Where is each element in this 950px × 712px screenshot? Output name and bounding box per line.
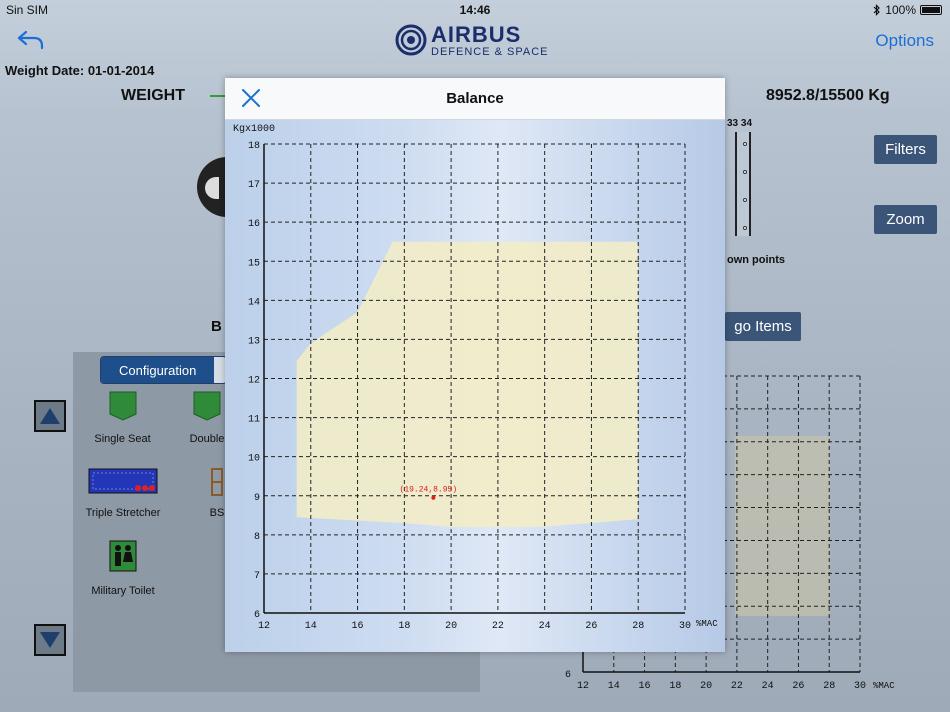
seat-strip: 33 34 xyxy=(727,118,755,240)
balance-modal: Balance Kgx1000 %MAC 12 14 16 18 20 22 24 26 28 3… xyxy=(225,78,725,652)
bg-x-tick-label: 16 xyxy=(639,681,651,692)
y-tick-label: 8 xyxy=(254,532,260,543)
aircraft-nose xyxy=(197,157,227,217)
y-axis-label: Kgx1000 xyxy=(233,124,275,135)
logo-subtitle: DEFENCE & SPACE xyxy=(431,46,549,58)
bg-x-tick-label: 28 xyxy=(823,681,835,692)
balance-plot-area: Kgx1000 %MAC 12 14 16 18 20 22 24 26 28 30 6 7 8 9 10 1… xyxy=(225,120,725,652)
modal-title: Balance xyxy=(446,90,504,107)
cg-point-label: (19.24,8.95) xyxy=(400,486,458,495)
x-tick-label: 12 xyxy=(258,621,270,632)
weight-date: Weight Date: 01-01-2014 xyxy=(5,63,155,78)
modal-header: Balance xyxy=(225,78,725,120)
app-screen: Sin SIM 14:46 100% AIRBUS DEFENCE & SPAC… xyxy=(0,0,950,712)
bg-y-tick: 6 xyxy=(565,670,571,681)
status-right: 100% xyxy=(873,3,942,17)
bg-chart-ticks: 12 14 16 18 20 22 24 26 28 30 xyxy=(577,681,866,692)
bg-x-tick-label: 22 xyxy=(731,681,743,692)
single-seat-icon xyxy=(109,391,136,421)
seat-strip-bar xyxy=(735,132,751,236)
bg-x-tick-label: 18 xyxy=(669,681,681,692)
logo-brand: AIRBUS xyxy=(431,22,522,47)
filters-button[interactable]: Filters xyxy=(874,135,937,164)
airbus-emblem-icon xyxy=(395,24,427,56)
x-tick-label: 18 xyxy=(398,621,410,632)
y-tick-label: 7 xyxy=(254,571,260,582)
bg-x-tick-label: 14 xyxy=(608,681,620,692)
config-item-military-toilet[interactable]: Military Toilet xyxy=(80,540,166,597)
battery-percent: 100% xyxy=(885,3,916,17)
y-tick-label: 9 xyxy=(254,493,260,504)
y-tick-label: 13 xyxy=(248,336,260,347)
battery-icon xyxy=(920,5,942,15)
tie-down-point xyxy=(743,142,747,146)
tab-configuration[interactable]: Configuration xyxy=(101,357,215,383)
seat-numbers: 33 34 xyxy=(727,118,753,129)
weight-value: 8952.8/15500 Kg xyxy=(766,87,890,104)
balance-chart: Kgx1000 %MAC 12 14 16 18 20 22 24 26 28 30 6 7 8 9 10 1… xyxy=(233,124,718,632)
zoom-button[interactable]: Zoom xyxy=(874,205,937,234)
triangle-down-icon xyxy=(40,632,60,648)
nav-bar: AIRBUS DEFENCE & SPACE Options xyxy=(0,20,950,60)
y-tick-label: 16 xyxy=(248,219,260,230)
y-tick-label: 14 xyxy=(248,297,260,308)
bg-x-tick-label: 30 xyxy=(854,681,866,692)
x-tick-label: 16 xyxy=(352,621,364,632)
clock: 14:46 xyxy=(459,3,491,17)
bg-x-tick-label: 26 xyxy=(792,681,804,692)
x-tick-label: 30 xyxy=(679,621,691,632)
config-item-label: Triple Stretcher xyxy=(85,507,161,519)
scroll-up-button[interactable] xyxy=(34,400,66,432)
scroll-down-button[interactable] xyxy=(34,624,66,656)
cg-envelope xyxy=(296,241,639,527)
config-item-single-seat[interactable]: Single Seat xyxy=(85,390,160,445)
options-button[interactable]: Options xyxy=(875,31,934,51)
bg-x-axis-label: %MAC xyxy=(873,681,895,691)
military-toilet-icon xyxy=(109,540,137,572)
y-tick-label: 15 xyxy=(248,258,260,269)
bg-x-tick-label: 12 xyxy=(577,681,589,692)
airbus-logo: AIRBUS DEFENCE & SPACE xyxy=(395,22,560,58)
bluetooth-icon xyxy=(873,4,881,16)
bg-x-tick-label: 20 xyxy=(700,681,712,692)
bg-x-tick-label: 24 xyxy=(762,681,774,692)
tie-down-points-label: own points xyxy=(727,254,786,266)
x-axis-label: %MAC xyxy=(696,619,718,629)
y-tick-label: 6 xyxy=(254,610,260,621)
config-item-triple-stretcher[interactable]: Triple Stretcher xyxy=(80,468,166,519)
y-tick-label: 10 xyxy=(248,454,260,465)
triangle-up-icon xyxy=(40,408,60,424)
weight-label: WEIGHT xyxy=(121,87,185,104)
x-tick-label: 24 xyxy=(539,621,551,632)
weight-progress-bar xyxy=(210,95,226,97)
tie-down-point xyxy=(743,170,747,174)
x-tick-label: 28 xyxy=(632,621,644,632)
config-item-label: Single Seat xyxy=(94,433,151,445)
tie-down-point xyxy=(743,226,747,230)
configuration-tabs: Configuration xyxy=(100,356,228,384)
cg-point xyxy=(431,495,436,500)
bs-icon xyxy=(211,468,223,496)
status-bar: Sin SIM 14:46 100% xyxy=(0,0,950,20)
section-label: B xyxy=(211,318,222,335)
config-item-label: Military Toilet xyxy=(91,585,155,597)
x-tick-label: 14 xyxy=(305,621,317,632)
x-tick-label: 20 xyxy=(445,621,457,632)
y-tick-label: 18 xyxy=(248,141,260,152)
y-tick-label: 12 xyxy=(248,376,260,387)
y-tick-label: 17 xyxy=(248,180,260,191)
back-arrow-icon[interactable] xyxy=(16,26,46,52)
bg-envelope xyxy=(735,436,830,616)
double-seat-icon xyxy=(193,391,221,421)
x-tick-label: 26 xyxy=(585,621,597,632)
y-tick-label: 11 xyxy=(248,415,260,426)
triple-stretcher-icon xyxy=(88,468,158,494)
cargo-items-button[interactable]: go Items xyxy=(725,312,801,341)
x-tick-label: 22 xyxy=(492,621,504,632)
tie-down-point xyxy=(743,198,747,202)
